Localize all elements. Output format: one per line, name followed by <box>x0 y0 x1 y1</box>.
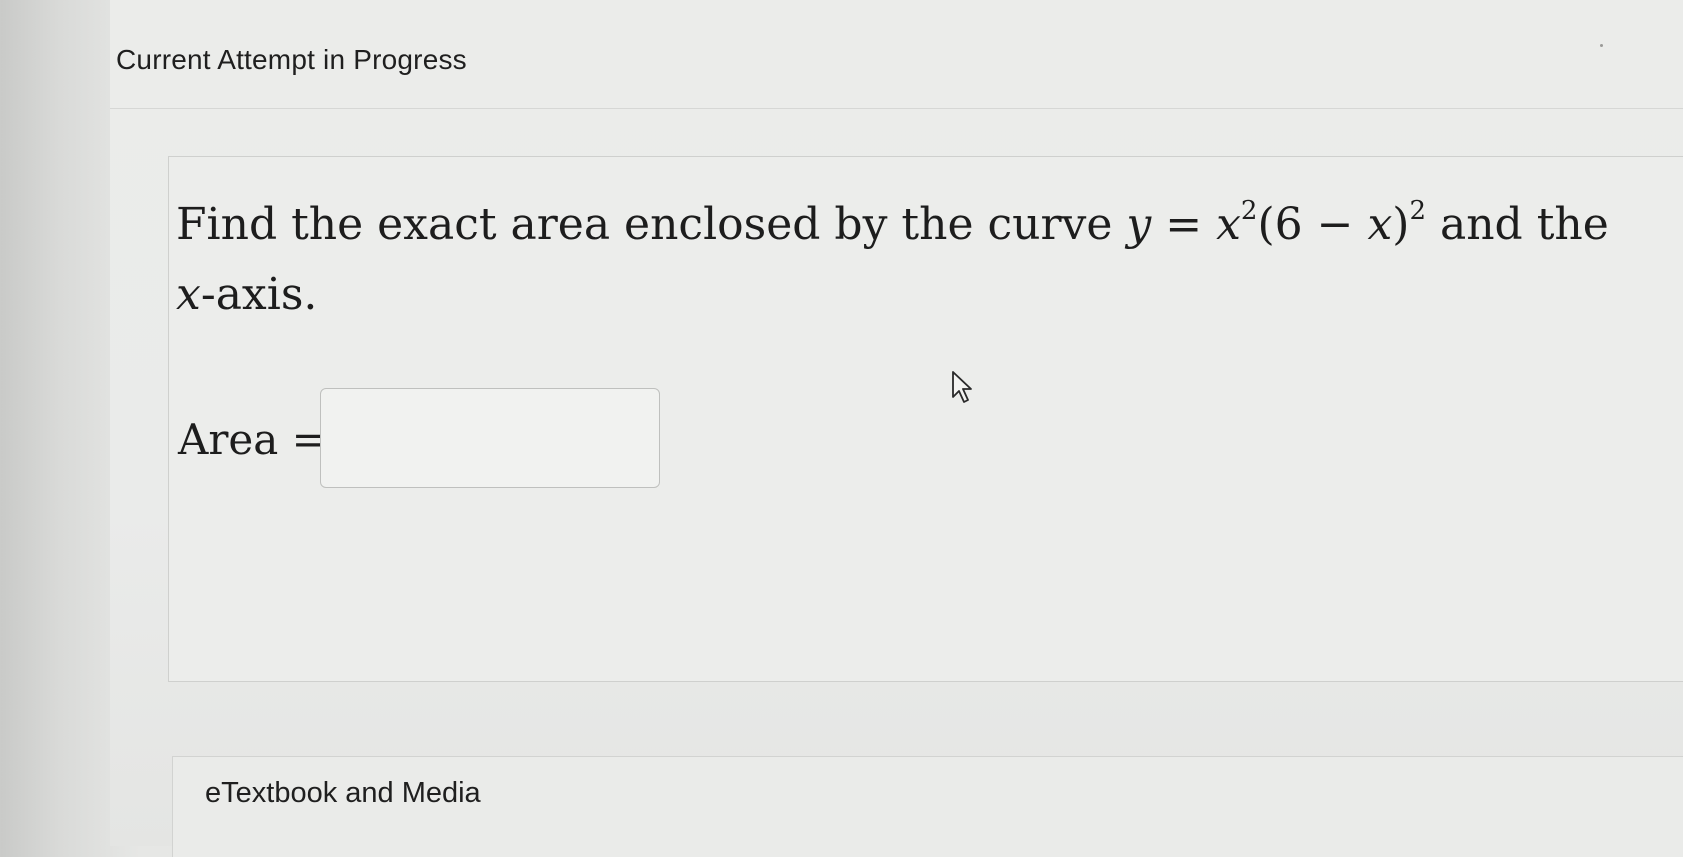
mouse-pointer-icon <box>952 371 972 403</box>
area-answer-input[interactable] <box>320 388 660 488</box>
etextbook-media-label[interactable]: eTextbook and Media <box>205 777 481 810</box>
eq-y: y <box>1126 199 1152 250</box>
question-prompt: Find the exact area enclosed by the curv… <box>176 176 1616 330</box>
prompt-suffix: and the <box>1426 199 1609 250</box>
axis-variable: x <box>176 269 201 320</box>
attempt-status-heading: Current Attempt in Progress <box>116 44 467 75</box>
eq-exponent-1: 2 <box>1240 196 1258 226</box>
assignment-page: Current Attempt in Progress Find the exa… <box>110 0 1683 857</box>
etextbook-media-section[interactable]: eTextbook and Media <box>172 756 1683 857</box>
axis-text: -axis. <box>200 269 318 320</box>
eq-equals: = <box>1151 199 1217 250</box>
eq-paren-open: (6 − <box>1257 199 1368 250</box>
header-divider <box>110 108 1683 109</box>
eq-x: x <box>1216 199 1241 250</box>
prompt-prefix: Find the exact area enclosed by the curv… <box>176 199 1127 250</box>
area-label: Area = <box>178 415 327 464</box>
eq-x-2: x <box>1367 199 1393 250</box>
eq-exponent-2: 2 <box>1409 196 1426 226</box>
eq-paren-close: ) <box>1392 199 1410 250</box>
answer-row: Area = <box>178 415 327 464</box>
screen-speck <box>1600 44 1603 47</box>
